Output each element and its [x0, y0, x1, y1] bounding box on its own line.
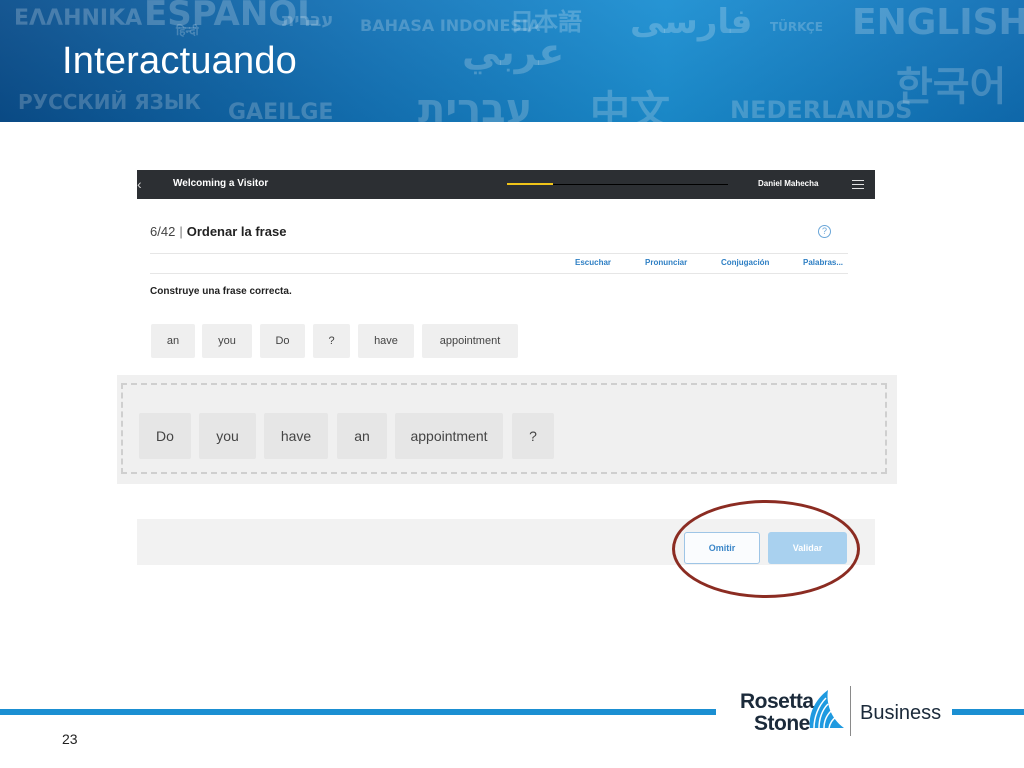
- banner-word: ESPAÑOL: [144, 0, 319, 34]
- exercise-counter: 6/42: [150, 224, 176, 239]
- answer-drop-zone[interactable]: Do you have an appointment ?: [121, 383, 887, 474]
- word-chip[interactable]: have: [358, 324, 414, 358]
- tool-link-conjugation[interactable]: Conjugación: [721, 258, 769, 267]
- tool-link-words[interactable]: Palabras...: [803, 258, 843, 267]
- answer-area[interactable]: Do you have an appointment ?: [117, 375, 897, 484]
- highlight-annotation: [672, 500, 860, 598]
- word-chip[interactable]: appointment: [422, 324, 518, 358]
- answer-chip[interactable]: an: [337, 413, 387, 459]
- lesson-title: Welcoming a Visitor: [173, 178, 269, 189]
- header-separator: |: [179, 224, 183, 239]
- answer-chip[interactable]: ?: [512, 413, 554, 459]
- logo-mark-icon: [809, 690, 844, 729]
- slide-number: 23: [62, 731, 78, 747]
- banner-word: NEDERLANDS: [730, 96, 913, 122]
- banner-word: עברית: [282, 10, 334, 31]
- banner-word: עברית: [418, 86, 533, 122]
- slide-banner: ΕΛΛΗΝΙΚΑ ESPAÑOL עברית BAHASA INDONESIA …: [0, 0, 1024, 122]
- tool-link-listen[interactable]: Escuchar: [575, 258, 611, 267]
- instruction-text: Construye una frase correcta.: [150, 286, 292, 297]
- banner-word: TÜRKÇE: [770, 20, 823, 34]
- answer-chip[interactable]: have: [264, 413, 328, 459]
- exercise-header: 6/42 | Ordenar la frase: [150, 224, 286, 239]
- logo-divider: [850, 686, 851, 736]
- back-icon[interactable]: ‹: [137, 177, 147, 191]
- banner-word: हिन्दी: [176, 24, 199, 38]
- divider: [150, 253, 848, 254]
- word-chip[interactable]: ?: [313, 324, 350, 358]
- banner-word: 한국어: [896, 64, 1007, 110]
- tool-link-pronounce[interactable]: Pronunciar: [645, 258, 687, 267]
- banner-word: 日本語: [510, 8, 582, 36]
- banner-word: عربي: [462, 30, 565, 74]
- help-icon[interactable]: ?: [818, 225, 831, 238]
- divider: [150, 273, 848, 274]
- logo-text: Stone: [754, 712, 810, 735]
- banner-word: فارسی: [630, 2, 753, 42]
- lesson-progress-fill: [507, 183, 554, 185]
- word-chip[interactable]: an: [151, 324, 195, 358]
- logo-text: Rosetta: [740, 690, 814, 713]
- word-chip[interactable]: Do: [260, 324, 305, 358]
- lesson-progress-bar: [507, 183, 728, 185]
- exercise-name: Ordenar la frase: [186, 224, 287, 239]
- banner-word: ENGLISH: [852, 2, 1024, 43]
- banner-word: 中文: [590, 88, 670, 122]
- slide-title: Interactuando: [62, 40, 297, 82]
- rosetta-stone-logo: Rosetta Stone Business: [740, 686, 942, 738]
- banner-word: ΕΛΛΗΝΙΚΑ: [14, 6, 143, 31]
- hamburger-menu-icon[interactable]: [852, 180, 864, 189]
- answer-chip[interactable]: appointment: [395, 413, 503, 459]
- user-name[interactable]: Daniel Mahecha: [758, 179, 818, 188]
- banner-word: BAHASA INDONESIA: [360, 16, 541, 35]
- word-chip[interactable]: you: [202, 324, 252, 358]
- footer-line: [0, 709, 716, 715]
- logo-product: Business: [860, 702, 942, 724]
- top-bar: ‹ Welcoming a Visitor Daniel Mahecha: [137, 170, 875, 199]
- banner-word: РУССКИЙ ЯЗЫК: [18, 90, 201, 114]
- footer-line: [952, 709, 1024, 715]
- answer-chip[interactable]: you: [199, 413, 256, 459]
- answer-chip[interactable]: Do: [139, 413, 191, 459]
- banner-word: GAEILGE: [228, 100, 334, 122]
